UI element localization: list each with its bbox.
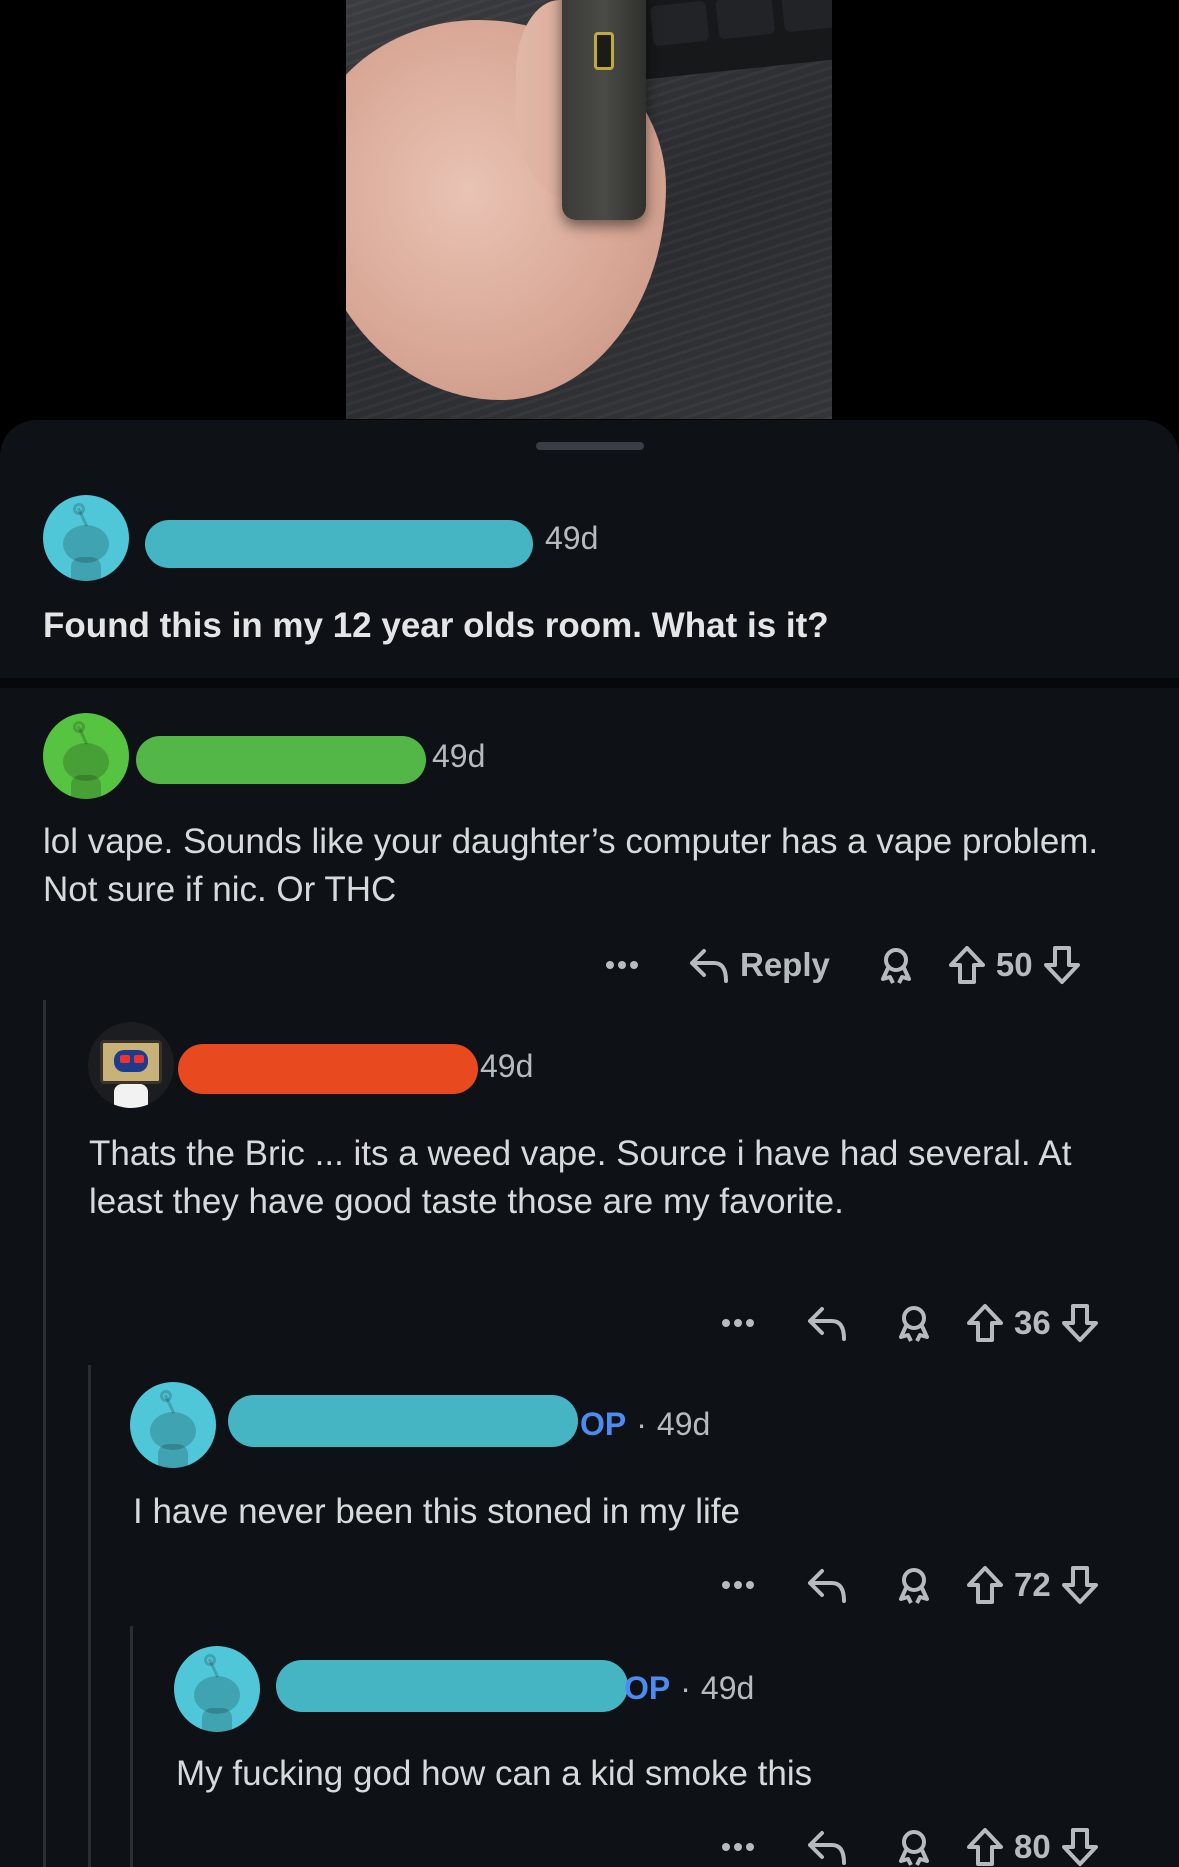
post-image[interactable] [346, 0, 832, 419]
reply-arrow-icon[interactable] [806, 1827, 848, 1867]
post-title: Found this in my 12 year olds room. What… [43, 606, 829, 645]
comment-body: I have never been this stoned in my life [133, 1492, 741, 1531]
comment-body: lol vape. Sounds like your daughter’s co… [43, 822, 1099, 909]
avatar[interactable] [43, 713, 129, 799]
comment-meta: 49d [480, 1048, 533, 1085]
comment-age: 49d [480, 1048, 534, 1084]
meta-separator: · [636, 1406, 647, 1442]
vote-score: 80 [1014, 1828, 1051, 1865]
downvote-arrow-icon[interactable] [1061, 1303, 1099, 1343]
more-options-icon[interactable] [720, 1579, 766, 1591]
vote-score: 50 [995, 946, 1033, 983]
redacted-username [276, 1660, 628, 1712]
more-options-icon[interactable] [720, 1317, 766, 1329]
comment-actions: 36 [720, 1298, 1099, 1348]
vote-score: 72 [1014, 1566, 1051, 1603]
award-icon[interactable] [896, 1565, 932, 1605]
redacted-username [136, 736, 426, 784]
thread-line[interactable] [88, 1365, 91, 1867]
downvote-arrow-icon[interactable] [1061, 1827, 1099, 1867]
comment-age: 49d [432, 738, 486, 774]
upvote-arrow-icon[interactable] [966, 1303, 1004, 1343]
upvote-arrow-icon[interactable] [966, 1827, 1004, 1867]
post-meta: 49d [545, 520, 598, 557]
keyboard-key [780, 0, 832, 33]
post-age: 49d [545, 520, 599, 556]
vote-score: 36 [1014, 1304, 1051, 1341]
reply-arrow-icon [690, 949, 728, 983]
reply-arrow-icon[interactable] [806, 1303, 848, 1343]
comment-age: 49d [656, 1406, 711, 1442]
avatar[interactable] [88, 1022, 174, 1108]
keyboard-key [715, 0, 776, 40]
avatar[interactable] [43, 495, 129, 581]
thread-line[interactable] [130, 1626, 133, 1867]
op-badge: OP [580, 1406, 627, 1442]
op-badge: OP [624, 1670, 671, 1706]
redacted-username [178, 1044, 478, 1094]
thread-line[interactable] [43, 1000, 46, 1867]
section-divider [0, 678, 1179, 688]
comment-actions: Reply 50 [604, 940, 1081, 990]
comment-body: My fucking god how can a kid smoke this [176, 1754, 813, 1793]
comment-age: 49d [700, 1670, 755, 1706]
reply-arrow-icon[interactable] [806, 1565, 848, 1605]
comment-body: Thats the Bric ... its a weed vape. Sour… [89, 1134, 1072, 1221]
post-image-area [0, 0, 1179, 430]
comment-actions: 72 [720, 1560, 1099, 1610]
avatar[interactable] [174, 1646, 260, 1732]
downvote-arrow-icon[interactable] [1061, 1565, 1099, 1605]
meta-separator: · [680, 1670, 691, 1706]
comment-actions: 80 [720, 1822, 1099, 1867]
post-header: 49d Found this in my 12 year olds room. … [0, 420, 1179, 678]
reply-button[interactable]: Reply [688, 945, 830, 985]
upvote-arrow-icon[interactable] [948, 945, 986, 985]
award-icon[interactable] [896, 1827, 932, 1867]
more-options-icon[interactable] [720, 1841, 766, 1853]
reply-label: Reply [740, 946, 830, 983]
redacted-username [228, 1395, 578, 1447]
upvote-arrow-icon[interactable] [966, 1565, 1004, 1605]
avatar[interactable] [130, 1382, 216, 1468]
keyboard-key [649, 0, 710, 47]
award-icon[interactable] [878, 945, 914, 985]
comment-meta: OP · 49d [624, 1670, 754, 1707]
award-icon[interactable] [896, 1303, 932, 1343]
comment-meta: OP · 49d [580, 1406, 710, 1443]
more-options-icon[interactable] [604, 959, 650, 971]
redacted-username [145, 520, 533, 568]
comment-meta: 49d [432, 738, 485, 775]
downvote-arrow-icon[interactable] [1043, 945, 1081, 985]
vape-device [562, 0, 646, 220]
comments-sheet: 49d Found this in my 12 year olds room. … [0, 420, 1179, 1867]
charging-port [594, 32, 614, 70]
